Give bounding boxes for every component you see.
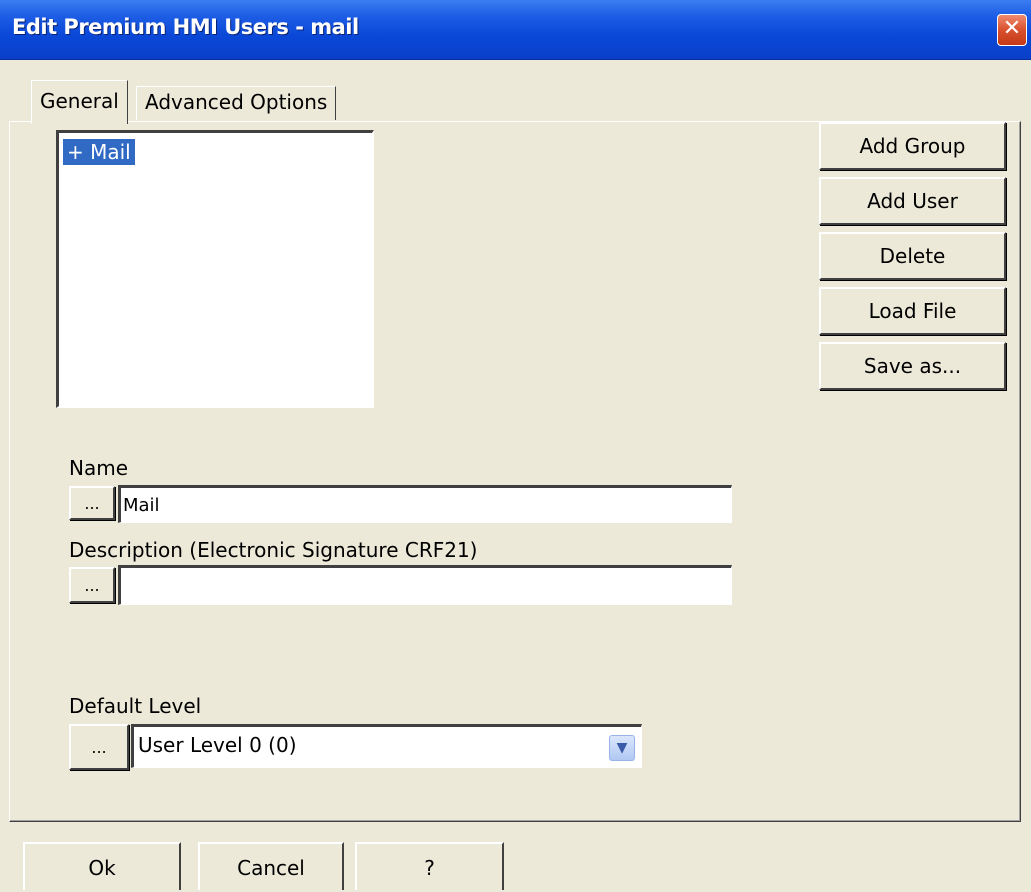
- default-level-label: Default Level: [69, 694, 202, 718]
- description-input[interactable]: [118, 565, 732, 605]
- window-title: Edit Premium HMI Users - mail: [12, 15, 359, 39]
- tab-advanced-options[interactable]: Advanced Options: [136, 86, 337, 120]
- user-tree[interactable]: + Mail: [56, 130, 374, 408]
- tree-item-mail[interactable]: + Mail: [63, 139, 135, 165]
- chevron-down-icon[interactable]: ▼: [609, 735, 635, 761]
- load-file-button[interactable]: Load File: [819, 287, 1006, 335]
- name-label: Name: [69, 456, 129, 480]
- add-user-button[interactable]: Add User: [819, 177, 1006, 225]
- title-bar: Edit Premium HMI Users - mail ✕: [0, 0, 1031, 60]
- save-as-button[interactable]: Save as...: [819, 342, 1006, 390]
- default-level-select[interactable]: User Level 0 (0) ▼: [131, 724, 642, 768]
- cancel-button[interactable]: Cancel: [198, 842, 344, 890]
- name-browse-button[interactable]: ...: [69, 486, 115, 520]
- description-browse-button[interactable]: ...: [69, 567, 115, 603]
- tab-general[interactable]: General: [31, 80, 128, 124]
- delete-button[interactable]: Delete: [819, 232, 1006, 280]
- close-icon[interactable]: ✕: [997, 14, 1027, 46]
- name-input[interactable]: [118, 485, 732, 523]
- default-level-browse-button[interactable]: ...: [69, 724, 129, 770]
- add-group-button[interactable]: Add Group: [819, 122, 1006, 170]
- ok-button[interactable]: Ok: [23, 842, 181, 890]
- help-button[interactable]: ?: [355, 842, 504, 890]
- description-label: Description (Electronic Signature CRF21): [69, 538, 478, 562]
- default-level-value: User Level 0 (0): [138, 733, 297, 757]
